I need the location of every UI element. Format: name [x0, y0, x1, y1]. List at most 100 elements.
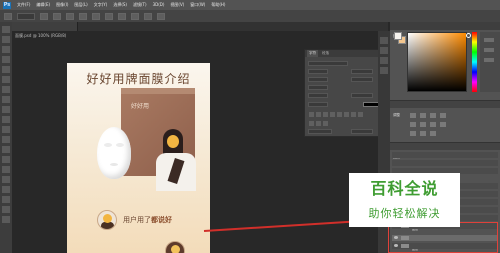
brush-tool-icon[interactable] [2, 96, 10, 103]
document-tab[interactable]: 面膜.psd @ 100% (RGB/8) [12, 22, 78, 38]
mask-eye-hole [104, 143, 112, 147]
kerning-field[interactable] [351, 77, 373, 82]
faux-bold-icon[interactable] [309, 112, 314, 117]
panel-tab-icon[interactable] [484, 58, 494, 62]
eyedropper-tool-icon[interactable] [2, 76, 10, 83]
superscript-icon[interactable] [337, 112, 342, 117]
move-tool-icon[interactable] [2, 26, 10, 33]
curves-icon[interactable] [430, 113, 436, 118]
menu-3d[interactable]: 3D(D) [153, 0, 165, 10]
levels-icon[interactable] [420, 113, 426, 118]
color-balance-icon[interactable] [430, 122, 436, 127]
align-center-icon[interactable] [53, 12, 61, 20]
menu-layer[interactable]: 图层(L) [74, 0, 87, 10]
zoom-tool-icon[interactable] [2, 216, 10, 223]
vibrance-icon[interactable] [410, 122, 416, 127]
font-size-field[interactable] [351, 69, 373, 74]
posterize-icon[interactable] [420, 131, 426, 136]
tracking-field[interactable] [308, 85, 328, 90]
lasso-tool-icon[interactable] [2, 46, 10, 53]
baseline-shift-field[interactable] [308, 102, 328, 107]
panel-tab-icon[interactable] [484, 38, 494, 42]
faux-italic-icon[interactable] [316, 112, 321, 117]
tab-strip [78, 22, 388, 31]
threshold-icon[interactable] [430, 131, 436, 136]
eraser-tool-icon[interactable] [2, 126, 10, 133]
align-bottom-icon[interactable] [105, 12, 113, 20]
option-field[interactable] [17, 12, 35, 20]
language-select[interactable] [308, 129, 332, 134]
menu-help[interactable]: 帮助(H) [211, 0, 225, 10]
ligature-icon[interactable] [309, 121, 314, 126]
menu-select[interactable]: 选择(S) [113, 0, 127, 10]
tool-preset-button[interactable] [4, 12, 12, 20]
horizontal-scale-field[interactable] [351, 93, 373, 98]
marquee-tool-icon[interactable] [2, 36, 10, 43]
properties-panel-icon[interactable] [380, 47, 388, 54]
character-panel-icon[interactable] [380, 57, 388, 64]
transform-icon[interactable] [157, 12, 165, 20]
leading-field[interactable] [308, 77, 328, 82]
pen-tool-icon[interactable] [2, 166, 10, 173]
font-family-select[interactable] [308, 61, 348, 66]
menu-type[interactable]: 文字(Y) [94, 0, 108, 10]
tab-paragraph[interactable]: 段落 [320, 50, 331, 57]
all-caps-icon[interactable] [323, 112, 328, 117]
menu-filter[interactable]: 滤镜(T) [133, 0, 147, 10]
align-right-icon[interactable] [66, 12, 74, 20]
color-swatches[interactable] [394, 32, 406, 44]
menu-edit[interactable]: 编辑(E) [36, 0, 50, 10]
tab-character[interactable]: 字符 [307, 50, 318, 57]
avatar-face [171, 245, 180, 253]
vertical-scale-field[interactable] [308, 93, 328, 98]
stamp-tool-icon[interactable] [2, 106, 10, 113]
invert-icon[interactable] [410, 131, 416, 136]
layer-filter-row[interactable] [392, 152, 498, 158]
blur-tool-icon[interactable] [2, 146, 10, 153]
menu-view[interactable]: 视图(V) [170, 0, 184, 10]
type-tool-icon[interactable] [2, 176, 10, 183]
blend-mode-row[interactable] [392, 160, 498, 166]
distribute-icon[interactable] [131, 12, 139, 20]
hue-saturation-icon[interactable] [420, 122, 426, 127]
history-brush-icon[interactable] [2, 116, 10, 123]
color-picker-field[interactable] [407, 32, 467, 92]
strikethrough-icon[interactable] [358, 112, 363, 117]
anti-alias-select[interactable] [351, 129, 373, 134]
menu-window[interactable]: 窗口(W) [190, 0, 205, 10]
canvas-document[interactable]: 好好用牌面膜介绍 好好用 用户用了都说好 [67, 63, 210, 253]
foreground-color-swatch[interactable] [394, 32, 402, 40]
gradient-tool-icon[interactable] [2, 136, 10, 143]
hue-slider[interactable] [472, 32, 477, 92]
crop-tool-icon[interactable] [2, 66, 10, 73]
hand-tool-icon[interactable] [2, 206, 10, 213]
tab-adjustments[interactable]: 调整 [390, 113, 400, 117]
adjustments-panel-header: 调整 [390, 101, 500, 117]
shape-tool-icon[interactable] [2, 196, 10, 203]
distribute-icon[interactable] [144, 12, 152, 20]
brightness-icon[interactable] [410, 113, 416, 118]
fraction-icon[interactable] [316, 121, 321, 126]
menu-file[interactable]: 文件(F) [17, 0, 30, 10]
panel-tab-icon[interactable] [484, 48, 494, 52]
menu-image[interactable]: 图像(I) [56, 0, 68, 10]
small-caps-icon[interactable] [330, 112, 335, 117]
path-select-icon[interactable] [2, 186, 10, 193]
color-picker-marker[interactable] [466, 33, 471, 38]
distribute-icon[interactable] [118, 12, 126, 20]
underline-icon[interactable] [351, 112, 356, 117]
history-panel-icon[interactable] [380, 37, 388, 44]
align-top-icon[interactable] [79, 12, 87, 20]
dodge-tool-icon[interactable] [2, 156, 10, 163]
black-white-icon[interactable] [440, 122, 446, 127]
healing-tool-icon[interactable] [2, 86, 10, 93]
quick-select-tool-icon[interactable] [2, 56, 10, 63]
align-left-icon[interactable] [40, 12, 48, 20]
ordinal-icon[interactable] [323, 121, 328, 126]
subscript-icon[interactable] [344, 112, 349, 117]
font-style-select[interactable] [308, 69, 328, 74]
toolbox [0, 22, 12, 253]
paragraph-panel-icon[interactable] [380, 67, 388, 74]
align-middle-icon[interactable] [92, 12, 100, 20]
exposure-icon[interactable] [440, 113, 446, 118]
